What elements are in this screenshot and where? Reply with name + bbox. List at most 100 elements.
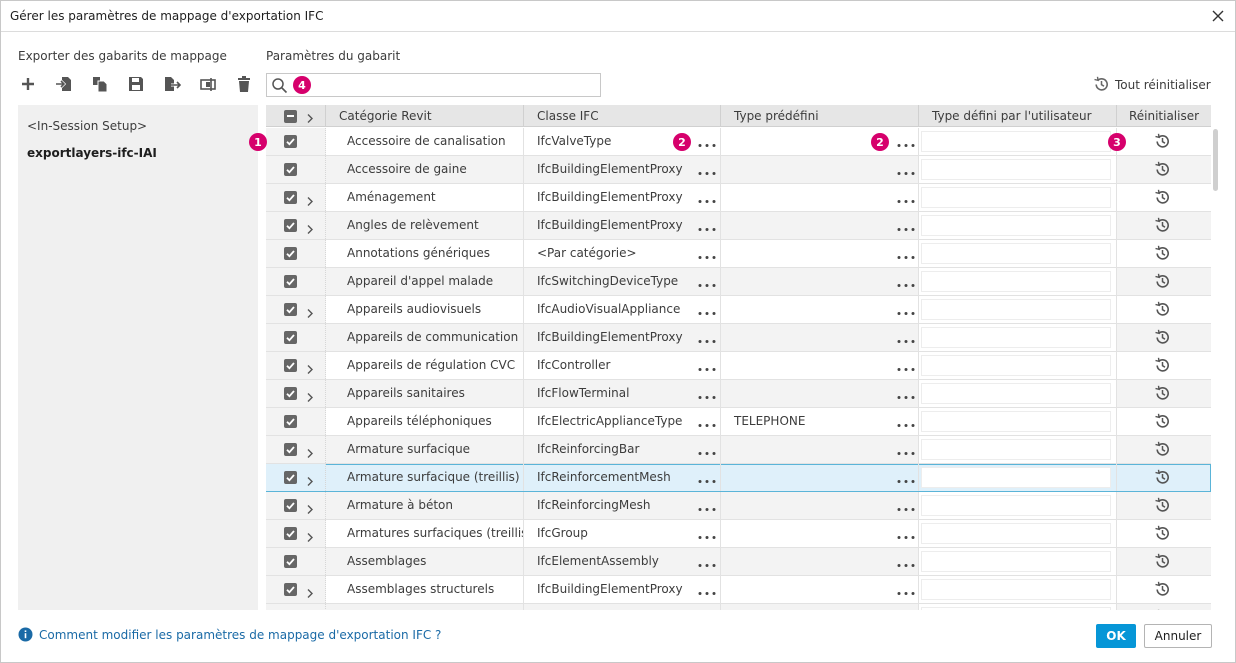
- row-checkbox[interactable]: [284, 163, 297, 176]
- table-row[interactable]: Appareils de régulation CVC IfcController: [266, 352, 1211, 380]
- table-row[interactable]: Angles de relèvement IfcBuildingElementPr…: [266, 212, 1211, 240]
- user-defined-type-input[interactable]: [921, 495, 1111, 516]
- cell-ifc-class[interactable]: IfcElementAssembly: [524, 548, 721, 575]
- row-reset-button[interactable]: [1154, 189, 1171, 206]
- column-header-predefined-type[interactable]: Type prédéfini: [721, 105, 919, 127]
- ifc-class-browse-button[interactable]: [697, 191, 717, 204]
- user-defined-type-input[interactable]: [921, 439, 1111, 460]
- predefined-type-browse-button[interactable]: [896, 443, 916, 456]
- table-row[interactable]: Appareils audiovisuels IfcAudioVisualAppl…: [266, 296, 1211, 324]
- row-checkbox[interactable]: [284, 303, 297, 316]
- cell-ifc-class[interactable]: IfcGroup: [524, 520, 721, 547]
- ifc-class-browse-button[interactable]: [697, 527, 717, 540]
- cell-predefined-type[interactable]: [721, 156, 919, 183]
- predefined-type-browse-button[interactable]: [896, 555, 916, 568]
- cell-predefined-type[interactable]: [721, 380, 919, 407]
- table-row[interactable]: Armature à béton IfcReinforcingMesh: [266, 492, 1211, 520]
- row-expander[interactable]: [304, 527, 316, 542]
- predefined-type-browse-button[interactable]: [896, 247, 916, 260]
- row-reset-button[interactable]: [1154, 525, 1171, 542]
- row-checkbox[interactable]: [284, 527, 297, 540]
- user-defined-type-input[interactable]: [921, 383, 1111, 404]
- ifc-class-browse-button[interactable]: [697, 359, 717, 372]
- predefined-type-browse-button[interactable]: [896, 583, 916, 596]
- duplicate-template-button[interactable]: [91, 73, 127, 95]
- row-checkbox[interactable]: [284, 247, 297, 260]
- row-checkbox[interactable]: [284, 471, 297, 484]
- row-reset-button[interactable]: [1154, 385, 1171, 402]
- row-checkbox[interactable]: [284, 387, 297, 400]
- cell-ifc-class[interactable]: [524, 604, 721, 610]
- ifc-class-browse-button[interactable]: [697, 331, 717, 344]
- cell-ifc-class[interactable]: IfcBuildingElementProxy: [524, 324, 721, 351]
- row-checkbox[interactable]: [284, 331, 297, 344]
- ifc-class-browse-button[interactable]: [697, 247, 717, 260]
- ifc-class-browse-button[interactable]: [697, 163, 717, 176]
- cell-ifc-class[interactable]: <Par catégorie>: [524, 240, 721, 267]
- row-expander[interactable]: [304, 583, 316, 598]
- row-reset-button[interactable]: [1154, 609, 1171, 610]
- import-template-button[interactable]: [55, 73, 91, 95]
- row-reset-button[interactable]: [1154, 133, 1171, 150]
- column-header-reset[interactable]: Réinitialiser: [1117, 105, 1211, 127]
- column-header-category[interactable]: Catégorie Revit: [326, 105, 524, 127]
- user-defined-type-input[interactable]: [921, 411, 1111, 432]
- row-reset-button[interactable]: [1154, 357, 1171, 374]
- predefined-type-browse-button[interactable]: [896, 387, 916, 400]
- vertical-scrollbar[interactable]: [1212, 127, 1220, 610]
- row-checkbox[interactable]: [284, 443, 297, 456]
- predefined-type-browse-button[interactable]: [896, 499, 916, 512]
- cancel-button[interactable]: Annuler: [1144, 624, 1212, 648]
- template-item-exportlayers[interactable]: exportlayers-ifc-IAI: [27, 146, 157, 160]
- row-expander[interactable]: [304, 387, 316, 402]
- predefined-type-browse-button[interactable]: [896, 331, 916, 344]
- table-row[interactable]: Armature surfacique IfcReinforcingBar: [266, 436, 1211, 464]
- user-defined-type-input[interactable]: [921, 579, 1111, 600]
- ifc-class-browse-button[interactable]: [697, 583, 717, 596]
- user-defined-type-input[interactable]: [921, 187, 1111, 208]
- row-checkbox[interactable]: [284, 415, 297, 428]
- ifc-class-browse-button[interactable]: [697, 499, 717, 512]
- row-checkbox[interactable]: [284, 219, 297, 232]
- cell-predefined-type[interactable]: [721, 520, 919, 547]
- row-checkbox[interactable]: [284, 275, 297, 288]
- ifc-class-browse-button[interactable]: [697, 219, 717, 232]
- cell-ifc-class[interactable]: IfcBuildingElementProxy: [524, 156, 721, 183]
- user-defined-type-input[interactable]: [921, 299, 1111, 320]
- cell-ifc-class[interactable]: IfcReinforcingBar: [524, 436, 721, 463]
- user-defined-type-input[interactable]: [921, 607, 1111, 610]
- row-reset-button[interactable]: [1154, 273, 1171, 290]
- table-row[interactable]: Armature surfacique (treillis) IfcReinfor…: [266, 464, 1211, 492]
- row-expander[interactable]: [304, 191, 316, 206]
- template-item-in-session[interactable]: <In-Session Setup>: [27, 119, 147, 133]
- user-defined-type-input[interactable]: [921, 327, 1111, 348]
- ok-button[interactable]: OK: [1096, 624, 1136, 648]
- ifc-class-browse-button[interactable]: [697, 275, 717, 288]
- row-checkbox[interactable]: [284, 191, 297, 204]
- rename-template-button[interactable]: [199, 73, 235, 95]
- table-row[interactable]: Appareils sanitaires IfcFlowTerminal: [266, 380, 1211, 408]
- table-row[interactable]: Accessoire de canalisation IfcValveType: [266, 128, 1211, 156]
- table-row[interactable]: Appareil d'appel malade IfcSwitchingDevic…: [266, 268, 1211, 296]
- row-checkbox[interactable]: [284, 135, 297, 148]
- table-row[interactable]: Assemblages IfcElementAssembly: [266, 548, 1211, 576]
- column-header-ifc-class[interactable]: Classe IFC: [524, 105, 721, 127]
- row-reset-button[interactable]: [1154, 161, 1171, 178]
- cell-ifc-class[interactable]: IfcReinforcingMesh: [524, 492, 721, 519]
- row-expander[interactable]: [304, 471, 316, 486]
- cell-ifc-class[interactable]: IfcBuildingElementProxy: [524, 212, 721, 239]
- cell-ifc-class[interactable]: IfcAudioVisualAppliance: [524, 296, 721, 323]
- cell-predefined-type[interactable]: [721, 212, 919, 239]
- user-defined-type-input[interactable]: [921, 523, 1111, 544]
- row-reset-button[interactable]: [1154, 469, 1171, 486]
- help-link[interactable]: Comment modifier les paramètres de mappa…: [18, 627, 441, 642]
- row-reset-button[interactable]: [1154, 497, 1171, 514]
- row-reset-button[interactable]: [1154, 245, 1171, 262]
- user-defined-type-input[interactable]: [921, 467, 1111, 488]
- cell-ifc-class[interactable]: IfcElectricApplianceType: [524, 408, 721, 435]
- predefined-type-browse-button[interactable]: [896, 471, 916, 484]
- table-row[interactable]: Aménagement IfcBuildingElementProxy: [266, 184, 1211, 212]
- ifc-class-browse-button[interactable]: [697, 443, 717, 456]
- user-defined-type-input[interactable]: [921, 271, 1111, 292]
- row-expander[interactable]: [304, 303, 316, 318]
